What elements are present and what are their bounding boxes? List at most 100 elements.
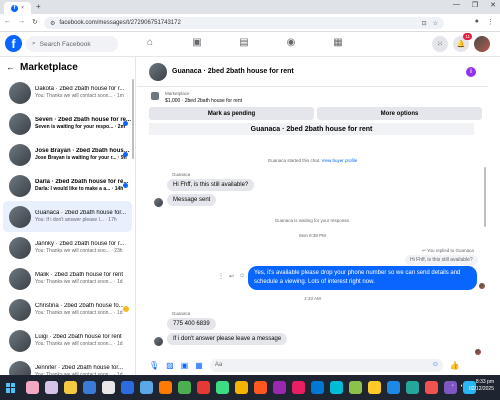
taskbar-app-icon[interactable] [26,381,39,394]
url-field[interactable]: ⚙ facebook.com/messages/t/27290675174317… [44,17,444,29]
incoming-message[interactable]: Message sent [167,194,217,206]
gif-icon[interactable]: ▦ [195,361,203,370]
taskbar-app-icon[interactable] [83,381,96,394]
install-app-icon[interactable]: ⊡ [422,20,427,27]
emoji-icon[interactable]: ☺ [432,361,439,368]
taskbar-app-icon[interactable] [254,381,267,394]
taskbar-app-icon[interactable] [140,381,153,394]
back-arrow-icon[interactable]: ← [6,62,15,72]
like-thumb-icon[interactable]: 👍 [450,361,460,370]
taskbar-app-icon[interactable] [368,381,381,394]
taskbar-app-icon[interactable] [387,381,400,394]
site-info-icon[interactable]: ⚙ [50,20,55,27]
taskbar-app-icon[interactable] [102,381,115,394]
taskbar-app-icon[interactable] [235,381,248,394]
search-input[interactable]: ⌕ Search Facebook [26,36,118,52]
facebook-favicon-icon: f [11,4,19,12]
listing-thumbnail[interactable] [151,92,159,100]
menu-dots-icon[interactable]: ⋮ [487,18,494,26]
reload-icon[interactable]: ↻ [32,18,38,26]
conversation-item[interactable]: Jennifer · 2bed 2bath house for... You: T… [3,356,132,375]
unread-dot-icon [123,183,128,188]
react-emoji-icon[interactable]: ☺ [239,273,245,280]
system-tray: ◔ ◖ 8:33 pm 02/12/2025 [451,379,494,393]
conversation-avatar [9,360,31,375]
taskbar-app-icon[interactable] [292,381,305,394]
forward-arrow-icon[interactable]: → [18,18,25,26]
notifications-bell-icon[interactable]: 🔔 11 [453,33,472,52]
taskbar-app-icon[interactable] [330,381,343,394]
microphone-icon[interactable]: 🎙 [149,361,159,370]
taskbar-app-icon[interactable] [425,381,438,394]
back-arrow-icon[interactable]: ← [4,18,11,26]
wifi-icon[interactable]: ◔ [451,383,454,389]
taskbar-app-icon[interactable] [64,381,77,394]
listing-price-title[interactable]: $1,000 · 2bed 2bath house for rent [165,98,242,104]
conversation-item[interactable]: Seven · 2bed 2bath house for re... Seven … [3,108,132,139]
taskbar-app-icon[interactable] [406,381,419,394]
chat-title[interactable]: Guanaca · 2bed 2bath house for rent [172,68,294,75]
taskbar-app-icon[interactable] [178,381,191,394]
message-input[interactable]: Aa ☺ [209,358,443,372]
home-icon[interactable]: ⌂ [144,37,156,48]
conversation-item[interactable]: Christina · 2bed 2bath house fo... You: T… [3,294,132,325]
maximize-button[interactable]: ❐ [472,1,478,9]
more-dots-icon[interactable]: ⋮ [218,273,224,280]
gaming-icon[interactable]: ▦ [332,37,344,48]
chat-scrollbar[interactable] [484,167,486,227]
clock[interactable]: 8:33 pm 02/12/2025 [469,379,494,393]
chat-avatar[interactable] [149,63,167,81]
taskbar-app-icon[interactable] [45,381,58,394]
view-buyer-profile-link[interactable]: View buyer profile [322,158,358,163]
taskbar-app-icon[interactable] [216,381,229,394]
taskbar-app-icon[interactable] [273,381,286,394]
tab-close-icon[interactable]: × [21,5,24,11]
groups-icon[interactable]: ◉ [285,37,297,48]
windows-start-icon[interactable] [6,382,16,393]
new-tab-button[interactable]: + [36,2,41,11]
incoming-message[interactable]: Hi Fhff, is this still available? [167,179,255,191]
conversation-item[interactable]: Dakota · 2bed 2bath house for r... You: T… [3,77,132,108]
marketplace-icon[interactable]: ▤ [238,37,250,48]
sticker-icon[interactable]: ▣ [181,361,189,370]
outgoing-message[interactable]: Yes, it's available please drop your pho… [248,266,477,290]
bookmark-star-icon[interactable]: ☆ [433,20,438,27]
clock-date: 02/12/2025 [468,386,494,392]
taskbar-app-icon[interactable] [121,381,134,394]
browser-tab-facebook[interactable]: f × [4,2,31,14]
reply-icon[interactable]: ↩ [229,273,234,280]
video-icon[interactable]: ▣ [191,37,203,48]
conversation-preview: Seven is waiting for your respo... · 2m [35,124,126,130]
incoming-message[interactable]: If i don't answer please leave a message [167,333,288,345]
conversation-name: Seven · 2bed 2bath house for re... [35,117,132,123]
conversation-item[interactable]: Guanaca · 2bed 2bath house for... You: If… [3,201,132,232]
sender-name: Guanaca [172,311,191,316]
close-window-button[interactable]: ✕ [490,1,496,9]
minimize-button[interactable]: — [453,1,460,9]
conversation-text: Jannky · 2bed 2bath house for r... You: T… [35,241,132,254]
search-icon: ⌕ [32,40,36,47]
conversation-item[interactable]: Darla · 2bed 2bath house for re... Darla:… [3,170,132,201]
timestamp: Mon 8:38 PM [299,233,326,238]
more-options-button[interactable]: More options [317,107,482,120]
taskbar-app-icon[interactable] [349,381,362,394]
conversation-item[interactable]: Malik · 2bed 2bath house for rent You: Th… [3,263,132,294]
quoted-message[interactable]: Hi Fhff, is this still available? [405,255,478,265]
account-avatar[interactable] [474,36,490,52]
taskbar-app-icon[interactable] [197,381,210,394]
profile-icon[interactable]: ● [475,18,479,26]
conversation-item[interactable]: Jose Brayan · 2bed 2bath house... Jose Br… [3,139,132,170]
taskbar-app-icon[interactable] [159,381,172,394]
conversation-preview: You: Thanks we will contact soon... · 1d [35,310,123,316]
image-attach-icon[interactable]: ▨ [166,361,174,370]
volume-icon[interactable]: ◖ [460,383,463,389]
sidebar-scrollbar[interactable] [132,79,134,159]
info-icon[interactable]: i [466,67,476,77]
conversation-item[interactable]: Jannky · 2bed 2bath house for r... You: T… [3,232,132,263]
conversation-item[interactable]: Luigi · 2bed 2bath house for rent You: Th… [3,325,132,356]
taskbar-app-icon[interactable] [311,381,324,394]
facebook-logo-icon[interactable]: f [5,35,22,52]
menu-grid-icon[interactable]: ⁙ [432,36,448,52]
incoming-message[interactable]: 775 400 6839 [167,318,216,330]
mark-pending-button[interactable]: Mark as pending [149,107,314,120]
